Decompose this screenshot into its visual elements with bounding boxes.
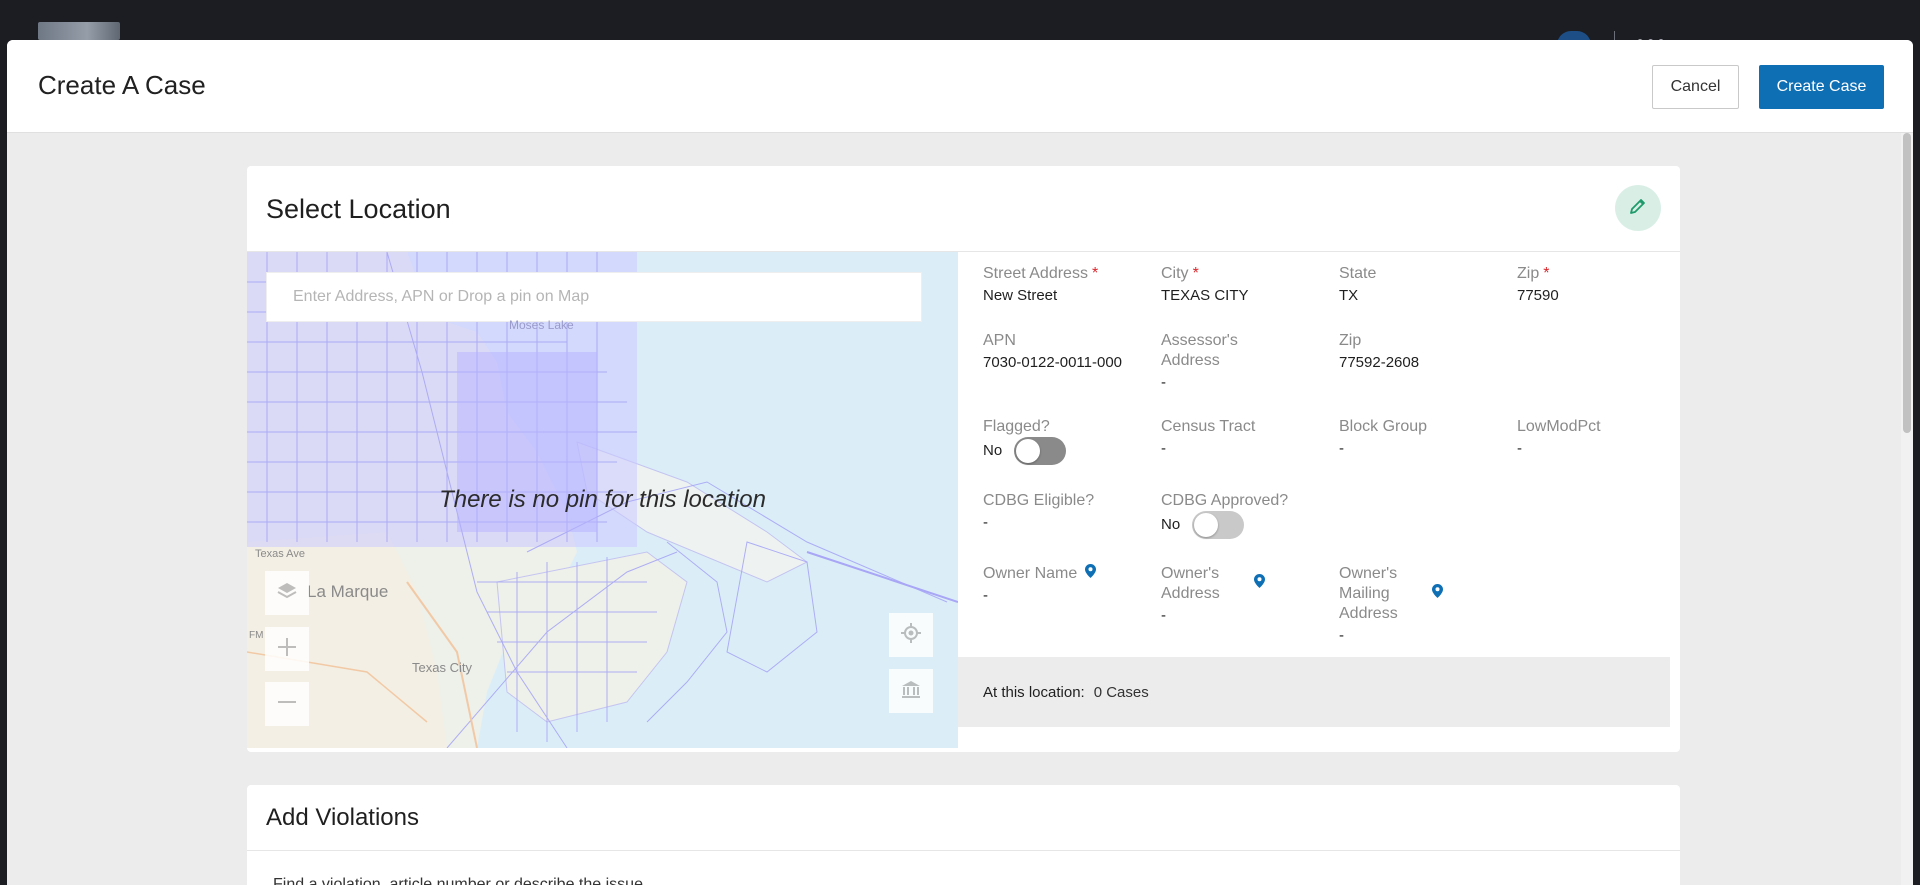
map-pin-icon[interactable] <box>1254 574 1265 594</box>
city-value: TEXAS CITY <box>1161 287 1249 304</box>
layers-button[interactable] <box>265 571 309 615</box>
assessors-address-label: Assessor's Address <box>1161 332 1238 369</box>
minus-icon <box>276 691 298 718</box>
cdbg-approved-toggle[interactable] <box>1192 511 1245 539</box>
owners-address-label: Owner's Address <box>1161 565 1220 602</box>
locate-me-button[interactable] <box>889 613 933 657</box>
zip-label: Zip <box>1517 265 1540 282</box>
map-label-fm: FM <box>249 630 264 641</box>
city-label: City <box>1161 265 1189 282</box>
add-violations-title: Add Violations <box>266 804 419 831</box>
zip2-field: Zip 77592-2608 <box>1339 331 1504 373</box>
flagged-field: Flagged? No <box>983 417 1148 465</box>
no-pin-message: There is no pin for this location <box>439 486 766 513</box>
owners-address-field: Owner's Address - <box>1161 564 1326 626</box>
street-address-value: New Street <box>983 287 1058 304</box>
owner-name-label: Owner Name <box>983 565 1078 583</box>
basemap-button[interactable] <box>889 669 933 713</box>
state-field: State TX <box>1339 264 1504 306</box>
cdbg-approved-value: No <box>1161 516 1181 533</box>
map-panel[interactable]: La Marque Texas City Moses Lake Texas Av… <box>247 252 958 748</box>
street-address-field: Street Address * New Street <box>983 264 1148 306</box>
flagged-value: No <box>983 442 1003 459</box>
street-address-label: Street Address <box>983 265 1088 282</box>
cancel-button[interactable]: Cancel <box>1652 65 1739 109</box>
map-label-texas-ave: Texas Ave <box>255 548 305 560</box>
lowmodpct-field: LowModPct - <box>1517 417 1682 459</box>
owners-mailing-address-value: - <box>1339 627 1344 644</box>
state-label: State <box>1339 265 1377 282</box>
violation-search-hint[interactable]: Find a violation, article number or desc… <box>273 876 643 885</box>
flagged-toggle[interactable] <box>1014 437 1067 465</box>
owners-mailing-address-field: Owner's Mailing Address - <box>1339 564 1504 646</box>
map-label-moses-lake: Moses Lake <box>509 318 574 332</box>
toggle-knob <box>1016 439 1041 463</box>
at-location-label: At this location: <box>983 683 1085 701</box>
address-search-input[interactable] <box>266 272 922 322</box>
add-violations-card: Add Violations Find a violation, article… <box>247 785 1680 885</box>
cdbg-approved-field: CDBG Approved? No <box>1161 491 1326 539</box>
block-group-value: - <box>1339 440 1344 457</box>
zip2-label: Zip <box>1339 332 1362 349</box>
create-case-modal: Create A Case Cancel Create Case Select … <box>7 40 1913 885</box>
cdbg-approved-label: CDBG Approved? <box>1161 492 1289 509</box>
zip-field: Zip * 77590 <box>1517 264 1682 306</box>
assessors-address-field: Assessor's Address - <box>1161 331 1281 393</box>
assessors-address-value: - <box>1161 374 1166 391</box>
cdbg-eligible-field: CDBG Eligible? - <box>983 491 1148 533</box>
zip-value: 77590 <box>1517 287 1559 304</box>
cdbg-eligible-label: CDBG Eligible? <box>983 492 1095 509</box>
map-pin-icon[interactable] <box>1432 584 1443 604</box>
create-case-button[interactable]: Create Case <box>1759 65 1884 109</box>
census-tract-value: - <box>1161 440 1166 457</box>
required-marker: * <box>1091 265 1099 282</box>
app-header: ●●● <box>0 0 1920 49</box>
city-field: City * TEXAS CITY <box>1161 264 1326 306</box>
modal-title: Create A Case <box>38 70 206 100</box>
layers-icon <box>276 580 298 607</box>
owner-name-field: Owner Name - <box>983 564 1148 606</box>
toggle-knob <box>1194 513 1219 537</box>
app-logo <box>38 22 120 40</box>
map-label-texas-city: Texas City <box>412 660 472 675</box>
apn-field: APN 7030-0122-0011-000 <box>983 331 1123 373</box>
census-tract-field: Census Tract - <box>1161 417 1326 459</box>
required-marker: * <box>1192 265 1199 282</box>
apn-label: APN <box>983 332 1016 349</box>
crosshair-icon <box>900 622 922 649</box>
select-location-title: Select Location <box>266 194 451 224</box>
at-location-summary: At this location: 0 Cases <box>958 657 1670 727</box>
cases-count[interactable]: 0 Cases <box>1094 684 1149 701</box>
block-group-field: Block Group - <box>1339 417 1504 459</box>
state-value: TX <box>1339 287 1359 304</box>
zoom-out-button[interactable] <box>265 682 309 726</box>
block-group-label: Block Group <box>1339 418 1428 435</box>
zip2-value: 77592-2608 <box>1339 354 1420 371</box>
lowmodpct-label: LowModPct <box>1517 418 1601 435</box>
building-icon <box>900 678 922 705</box>
apn-value: 7030-0122-0011-000 <box>983 354 1123 371</box>
modal-header: Create A Case Cancel Create Case <box>7 40 1913 133</box>
required-marker: * <box>1543 265 1550 282</box>
select-location-card: Select Location Enter Address, APN or Dr… <box>247 166 1680 752</box>
cdbg-eligible-value: - <box>983 514 988 531</box>
census-tract-label: Census Tract <box>1161 418 1256 435</box>
owners-mailing-address-label: Owner's Mailing Address <box>1339 565 1398 622</box>
location-details: Street Address * New Street City * TEXAS C… <box>958 252 1680 752</box>
owner-name-value: - <box>983 587 988 605</box>
map-pin-icon[interactable] <box>1085 564 1097 584</box>
pencil-icon <box>1628 196 1648 221</box>
zoom-in-button[interactable] <box>265 627 309 671</box>
scrollbar-thumb[interactable] <box>1903 133 1911 433</box>
map-label-la-marque: La Marque <box>307 582 389 601</box>
edit-location-button[interactable] <box>1615 185 1661 231</box>
plus-icon <box>276 636 298 663</box>
card-divider <box>247 850 1680 851</box>
owners-address-value: - <box>1161 607 1166 624</box>
lowmodpct-value: - <box>1517 440 1522 457</box>
flagged-label: Flagged? <box>983 418 1050 435</box>
